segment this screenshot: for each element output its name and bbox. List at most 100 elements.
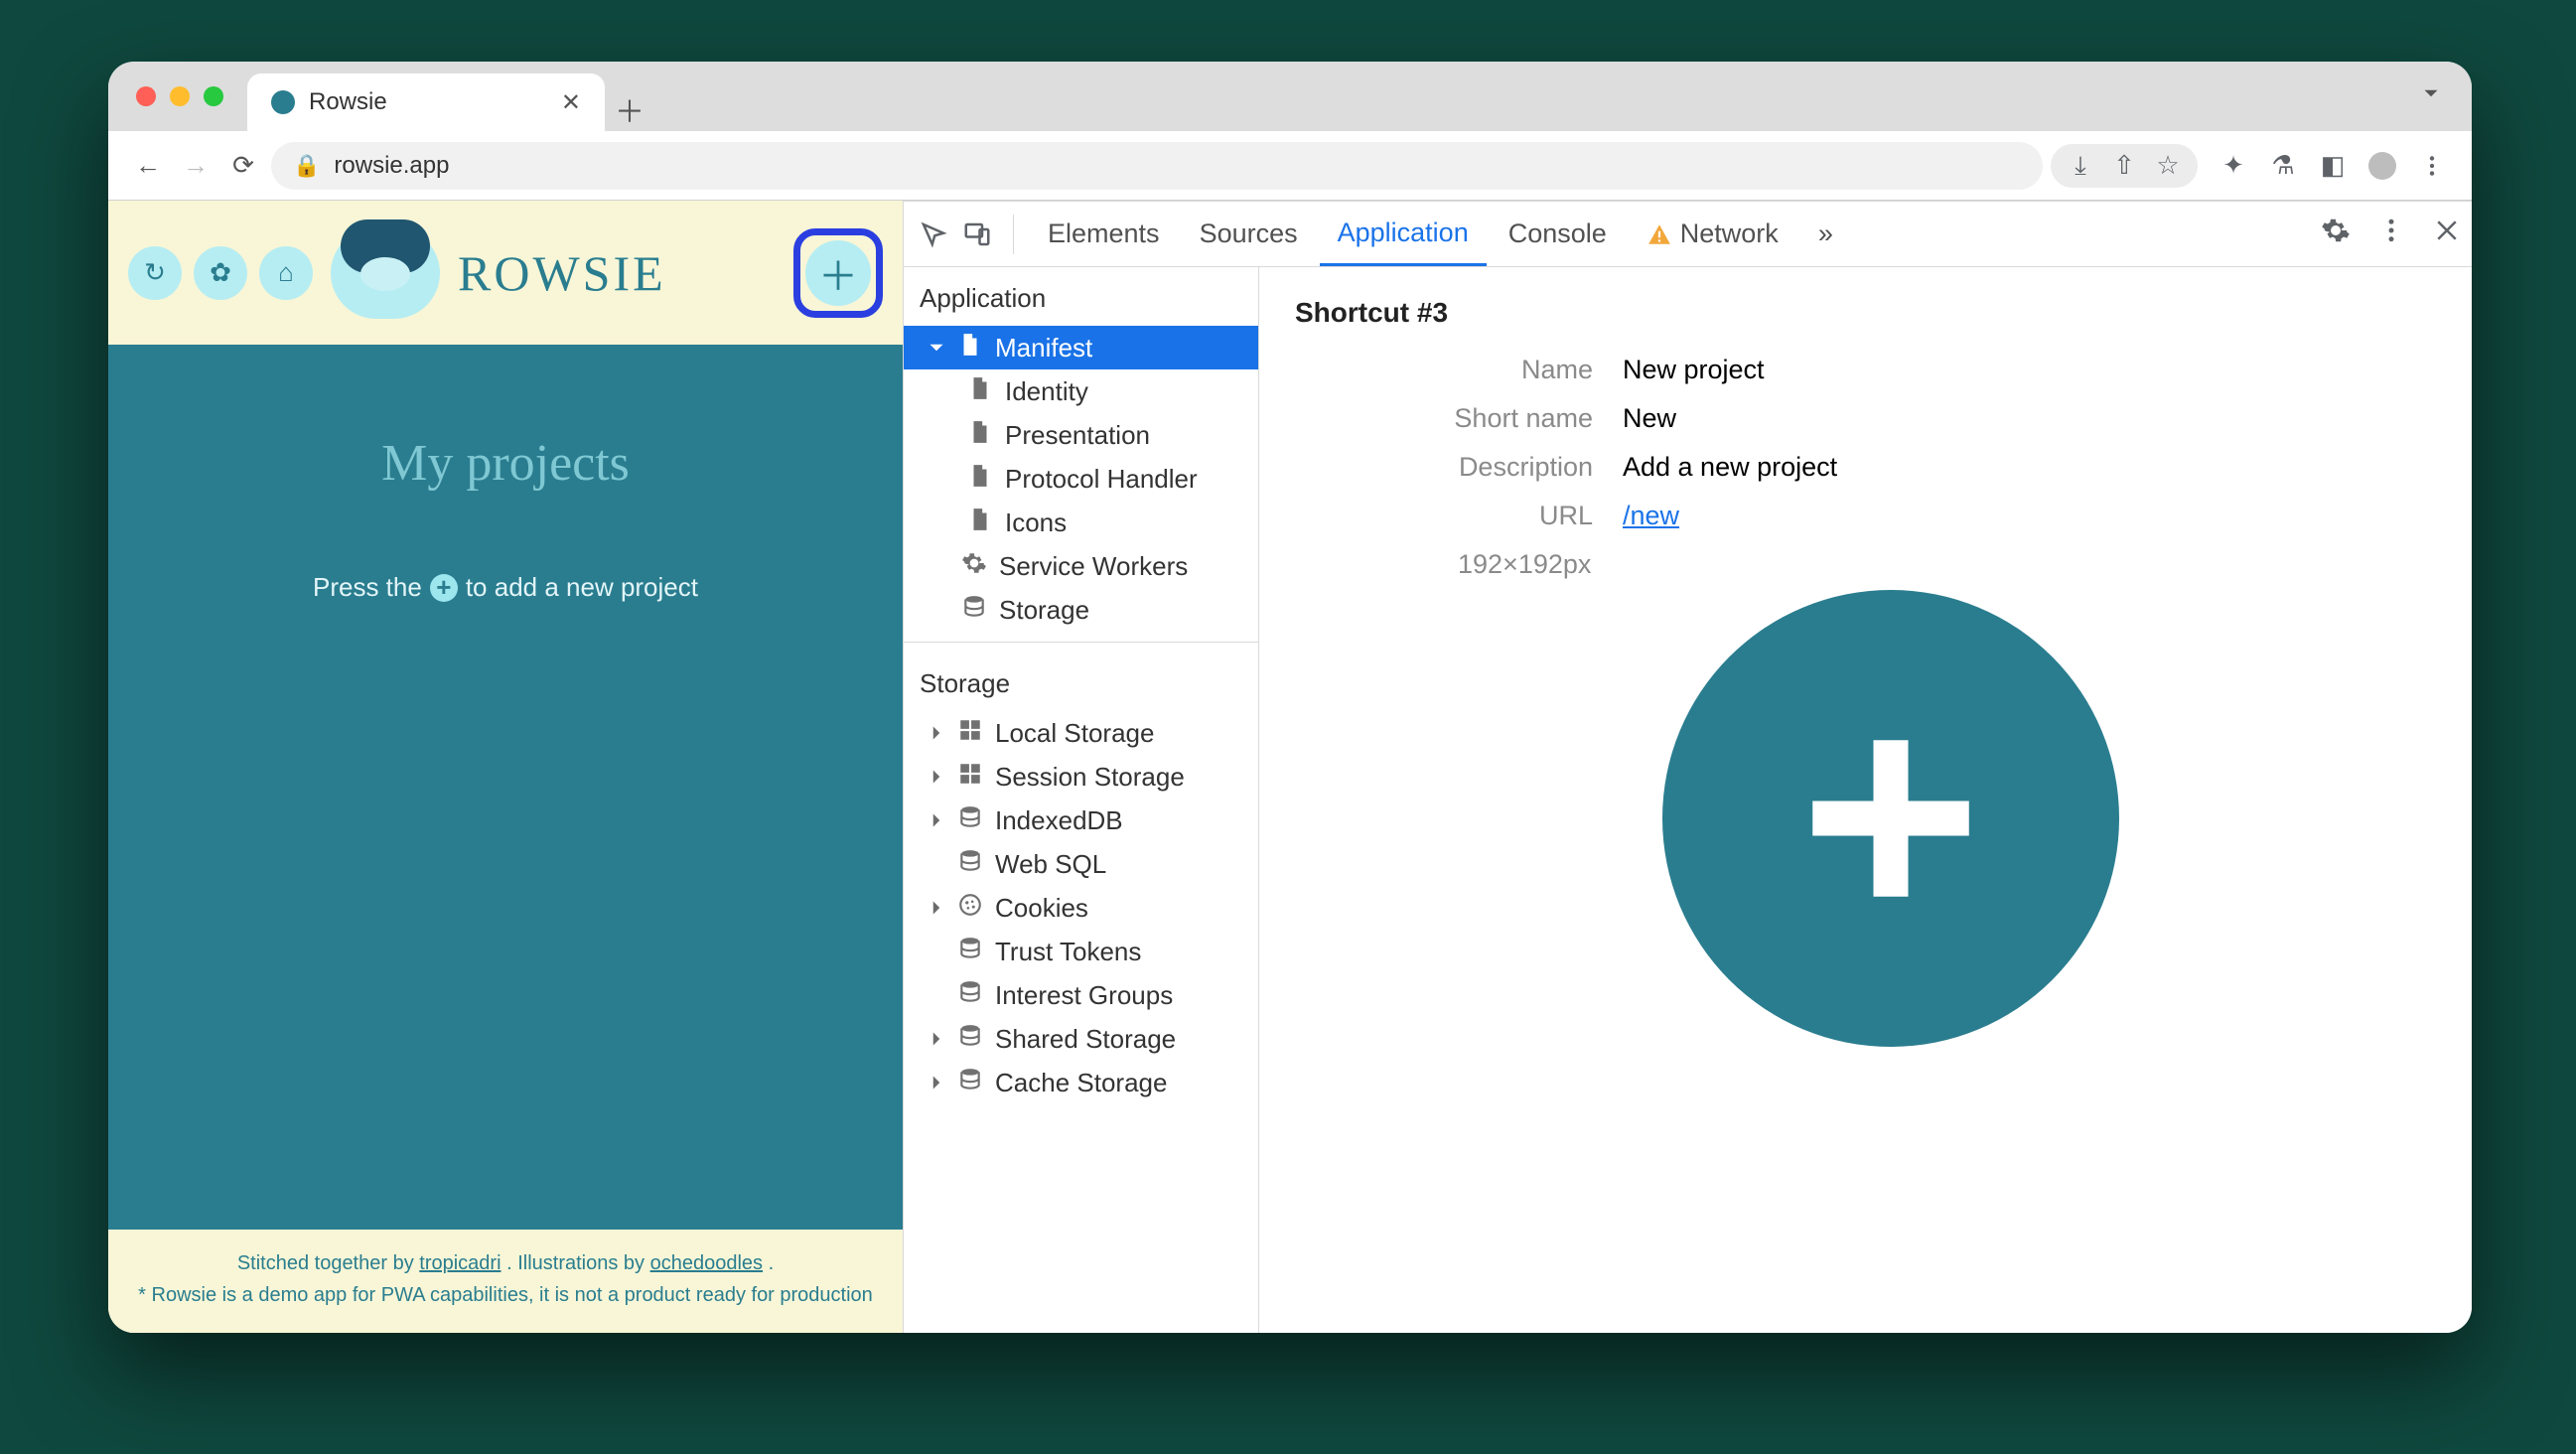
url-text: rowsie.app bbox=[334, 152, 449, 180]
extensions-puzzle-icon[interactable]: ✦ bbox=[2214, 146, 2253, 186]
lock-icon: 🔒 bbox=[293, 153, 320, 179]
tree-item-cache-storage[interactable]: Cache Storage bbox=[904, 1061, 1258, 1104]
site-body: My projects Press the + to add a new pro… bbox=[108, 345, 903, 1230]
value-description: Add a new project bbox=[1623, 452, 2436, 483]
profile-avatar-icon[interactable] bbox=[2362, 146, 2402, 186]
caret-right-icon bbox=[924, 720, 949, 746]
browser-menu-icon[interactable] bbox=[2412, 146, 2452, 186]
forward-button[interactable]: → bbox=[176, 146, 215, 186]
icon-dimensions: 192×192px bbox=[1458, 549, 2436, 580]
tree-item-local-storage[interactable]: Local Storage bbox=[904, 711, 1258, 755]
devtools-tabs: Elements Sources Application Console Net… bbox=[904, 202, 2472, 267]
share-icon[interactable]: ⇧ bbox=[2104, 146, 2144, 186]
close-window-button[interactable] bbox=[136, 86, 156, 106]
logo-text: ROWSIE bbox=[458, 244, 666, 302]
tree-item-shared-storage[interactable]: Shared Storage bbox=[904, 1017, 1258, 1061]
tree-heading-application: Application bbox=[904, 267, 1258, 326]
tab-network[interactable]: Network bbox=[1629, 202, 1796, 266]
devtools-menu-icon[interactable] bbox=[2376, 216, 2406, 252]
inspect-element-icon[interactable] bbox=[914, 215, 953, 254]
bookmark-star-icon[interactable]: ☆ bbox=[2148, 146, 2188, 186]
settings-button[interactable]: ✿ bbox=[194, 246, 247, 300]
extension-strip: ✦ ⚗ ◧ bbox=[2214, 146, 2452, 186]
devtools-settings-icon[interactable] bbox=[2321, 216, 2351, 252]
tab-more[interactable]: » bbox=[1800, 202, 1851, 266]
tree-item-manifest[interactable]: Manifest bbox=[904, 326, 1258, 369]
value-short-name: New bbox=[1623, 403, 2436, 434]
tab-strip: Rowsie ✕ ＋ bbox=[108, 62, 2472, 131]
tab-console[interactable]: Console bbox=[1491, 202, 1625, 266]
install-pwa-icon[interactable]: ⤓ bbox=[2061, 146, 2100, 186]
value-name: New project bbox=[1623, 355, 2436, 385]
caret-right-icon bbox=[924, 1070, 949, 1095]
tree-item-cookies[interactable]: Cookies bbox=[904, 886, 1258, 930]
device-toolbar-icon[interactable] bbox=[957, 215, 997, 254]
home-button[interactable]: ⌂ bbox=[259, 246, 313, 300]
tab-elements[interactable]: Elements bbox=[1030, 202, 1178, 266]
logo-sheep-icon bbox=[331, 227, 440, 319]
site-viewport: ↻ ✿ ⌂ ROWSIE ＋ My projects Press the + t… bbox=[108, 201, 903, 1333]
page-title: My projects bbox=[381, 434, 630, 493]
file-icon bbox=[967, 375, 993, 401]
close-tab-button[interactable]: ✕ bbox=[561, 88, 581, 117]
grid-icon bbox=[957, 717, 983, 743]
fullscreen-window-button[interactable] bbox=[204, 86, 223, 106]
tree-heading-storage: Storage bbox=[904, 653, 1258, 711]
tree-item-identity[interactable]: Identity bbox=[904, 369, 1258, 413]
gear-icon bbox=[961, 550, 987, 576]
back-button[interactable]: ← bbox=[128, 146, 168, 186]
caret-right-icon bbox=[924, 807, 949, 833]
tab-sources[interactable]: Sources bbox=[1182, 202, 1316, 266]
db-icon bbox=[957, 1023, 983, 1049]
devtools-panel: Elements Sources Application Console Net… bbox=[903, 201, 2472, 1333]
plus-icon bbox=[1787, 714, 1995, 923]
label-description: Description bbox=[1295, 452, 1593, 483]
tab-application[interactable]: Application bbox=[1320, 202, 1487, 266]
db-icon bbox=[957, 804, 983, 830]
db-icon bbox=[957, 848, 983, 874]
tree-item-storage-app[interactable]: Storage bbox=[904, 588, 1258, 632]
refresh-project-button[interactable]: ↻ bbox=[128, 246, 182, 300]
value-url-link[interactable]: /new bbox=[1623, 501, 1679, 530]
label-name: Name bbox=[1295, 355, 1593, 385]
db-icon bbox=[957, 936, 983, 961]
minimize-window-button[interactable] bbox=[170, 86, 190, 106]
browser-window: Rowsie ✕ ＋ ← → ⟳ 🔒 rowsie.app ⤓ ⇧ ☆ ✦ ⚗ … bbox=[108, 62, 2472, 1333]
add-project-button[interactable]: ＋ bbox=[805, 240, 871, 306]
tree-item-presentation[interactable]: Presentation bbox=[904, 413, 1258, 457]
site-header: ↻ ✿ ⌂ ROWSIE ＋ bbox=[108, 201, 903, 345]
caret-right-icon bbox=[924, 1026, 949, 1052]
tabs-dropdown-button[interactable] bbox=[2418, 80, 2444, 113]
empty-state-hint: Press the + to add a new project bbox=[313, 572, 698, 603]
author-link-2[interactable]: ochedoodles bbox=[650, 1252, 763, 1274]
side-panel-icon[interactable]: ◧ bbox=[2313, 146, 2353, 186]
tab-title: Rowsie bbox=[309, 88, 387, 116]
tree-item-websql[interactable]: Web SQL bbox=[904, 842, 1258, 886]
labs-flask-icon[interactable]: ⚗ bbox=[2263, 146, 2303, 186]
file-icon bbox=[967, 419, 993, 445]
caret-right-icon bbox=[924, 895, 949, 921]
tree-item-interest-groups[interactable]: Interest Groups bbox=[904, 973, 1258, 1017]
label-url: URL bbox=[1295, 501, 1593, 531]
favicon-icon bbox=[271, 90, 295, 114]
address-bar[interactable]: 🔒 rowsie.app bbox=[271, 142, 2043, 190]
detail-heading: Shortcut #3 bbox=[1295, 297, 2436, 329]
tree-item-indexeddb[interactable]: IndexedDB bbox=[904, 799, 1258, 842]
manifest-detail: Shortcut #3 Name New project Short name … bbox=[1259, 267, 2472, 1333]
tree-item-session-storage[interactable]: Session Storage bbox=[904, 755, 1258, 799]
grid-icon bbox=[957, 761, 983, 787]
plus-icon: + bbox=[430, 574, 458, 602]
author-link-1[interactable]: tropicadri bbox=[419, 1252, 501, 1274]
new-tab-button[interactable]: ＋ bbox=[605, 87, 654, 131]
devtools-close-icon[interactable] bbox=[2432, 216, 2462, 252]
reload-button[interactable]: ⟳ bbox=[223, 146, 263, 186]
split-content: ↻ ✿ ⌂ ROWSIE ＋ My projects Press the + t… bbox=[108, 201, 2472, 1333]
tree-item-trust-tokens[interactable]: Trust Tokens bbox=[904, 930, 1258, 973]
caret-right-icon bbox=[924, 764, 949, 790]
url-bar: ← → ⟳ 🔒 rowsie.app ⤓ ⇧ ☆ ✦ ⚗ ◧ bbox=[108, 131, 2472, 201]
tree-item-protocol-handler[interactable]: Protocol Handler bbox=[904, 457, 1258, 501]
browser-tab[interactable]: Rowsie ✕ bbox=[247, 73, 605, 131]
tree-item-icons[interactable]: Icons bbox=[904, 501, 1258, 544]
warning-icon bbox=[1646, 221, 1672, 247]
tree-item-service-workers[interactable]: Service Workers bbox=[904, 544, 1258, 588]
